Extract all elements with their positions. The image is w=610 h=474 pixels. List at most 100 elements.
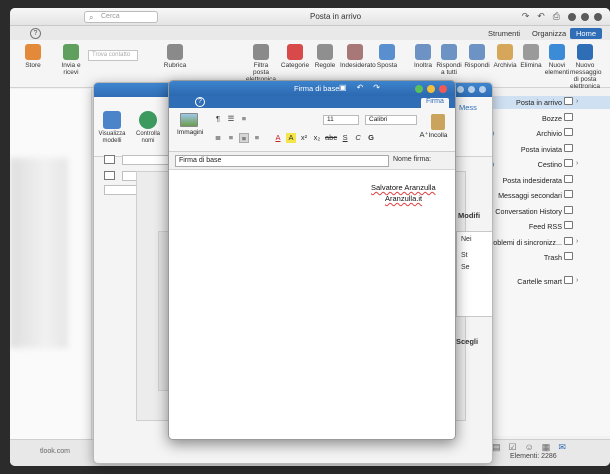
tab-firma[interactable]: Firma [421,98,449,108]
ribbon-button-send-receive[interactable]: Invia e ricevi [56,44,86,76]
ribbon-button-junk[interactable]: Indesiderato [340,44,376,69]
save-icon[interactable]: ▣ [339,83,347,92]
folder-icon [564,275,573,284]
folder-item[interactable]: Posta in arrivo › [478,96,610,109]
folder-item[interactable]: Problemi di sincronizz... › [478,236,610,249]
calendar-icon[interactable]: ▦ [542,442,551,453]
ribbon-button-new-items[interactable]: Nuovi elementi [542,44,572,76]
folder-item[interactable]: Feed RSS [478,220,610,233]
numbering-button[interactable]: ≡ [239,114,249,124]
folder-item[interactable]: Archivio10 [478,127,610,140]
paragraph-mark-button[interactable]: ¶ [213,114,223,124]
folder-label: Posta inviata [520,144,562,154]
find-contact-input[interactable]: Trova contatto [88,50,138,61]
search-input[interactable]: ⌕ Cerca [84,11,158,23]
ribbon-button-store[interactable]: Store [18,44,48,69]
undo-icon[interactable]: ↶ [357,83,364,92]
folder-item[interactable]: Cartelle smart › [478,275,610,288]
justify-icon[interactable]: ≣ [213,133,223,143]
ribbon-button-categories[interactable]: Categorie [280,44,310,69]
signature-name-input[interactable]: Firma di base [175,155,389,167]
strikethrough-button[interactable]: abc [325,133,337,143]
close-button[interactable] [439,85,447,93]
ribbon-button-archive[interactable]: Archivia [490,44,520,69]
disclosure-chevron-icon[interactable]: › [576,277,578,284]
ribbon-button-label: Nuovo messaggio di posta elettronica [570,62,602,90]
superscript-button[interactable]: x² [299,133,309,143]
tab-organizza[interactable]: Organizza [526,28,572,39]
title-bar: ⌕ Cerca Posta in arrivo ↷ ↶ ⎙ [10,8,610,26]
delete-icon [523,44,539,60]
tab-home[interactable]: Home [570,28,603,39]
folder-item[interactable]: Conversation History [478,205,610,218]
italic-button[interactable]: C [353,133,363,143]
help-icon[interactable]: ? [30,28,41,39]
edit-label: Modifi [458,211,481,220]
mail-icon[interactable]: ✉ [558,442,566,453]
folder-label: Feed RSS [528,222,562,231]
folder-item[interactable]: Posta indesiderata5 [478,174,610,187]
folder-icon [564,190,573,198]
folder-item[interactable]: Posta inviata [478,143,610,156]
redo-icon[interactable]: ↷ [373,83,380,92]
search-icon: ⌕ [89,13,94,22]
images-button[interactable]: Immagini [177,113,203,136]
underline-button[interactable]: S [340,133,350,143]
alignment-toolbar: ≣ ≡ ≡ ≡ [213,133,262,143]
ribbon-button-new-mail[interactable]: Nuovo messaggio di posta elettronica [570,44,602,90]
to-field[interactable] [122,155,172,165]
grow-font-button[interactable]: A⁺ [419,130,429,140]
folder-label: Cartelle smart [517,276,562,286]
ribbon-tabs: ? Strumenti Organizza Home [10,26,610,40]
zoom-button[interactable] [568,13,576,21]
close-button[interactable] [479,86,486,93]
ribbon-button-label: Nuovi elementi [544,62,570,76]
minimize-button[interactable] [468,86,475,93]
message-tab[interactable]: Mess [459,103,477,112]
ribbon-button-reply[interactable]: Rispondi [462,44,492,69]
ribbon-button-delete[interactable]: Elimina [516,44,546,69]
signature-editor-window: ▣ ↶ ↷ Firma di base ? Firma Immagini 11 … [168,80,456,440]
disclosure-chevron-icon[interactable]: › [576,238,578,245]
folder-item[interactable]: Messaggi secondari [478,189,610,202]
help-icon[interactable]: ? [195,97,205,107]
folder-item[interactable]: Trash [478,251,610,264]
zoom-button[interactable] [415,85,423,93]
check-names-button[interactable]: Controlla nomi [134,111,162,145]
ribbon-button-filter[interactable]: Filtra posta elettronica [246,44,276,83]
close-button[interactable] [594,13,602,21]
zoom-button[interactable] [457,86,464,93]
signature-body-editor[interactable]: Salvatore Aranzulla Aranzulla.it [169,170,455,439]
undo-icon[interactable]: ↶ [537,11,545,22]
align-right-icon[interactable]: ≡ [226,133,236,143]
field-icon [104,155,115,164]
contacts-icon[interactable]: ☺ [525,442,534,453]
font-size-select[interactable]: 11 [323,115,359,125]
ribbon-button-forward[interactable]: Inoltra [408,44,438,69]
ribbon-button-rules[interactable]: Regole [310,44,340,69]
folder-item[interactable]: Bozze [478,112,610,125]
tab-strumenti[interactable]: Strumenti [482,28,526,39]
view-templates-button[interactable]: Visualizza modelli [98,111,126,145]
disclosure-chevron-icon[interactable]: › [576,98,578,105]
print-icon[interactable]: ⎙ [553,11,560,22]
subscript-button[interactable]: x₂ [312,133,322,143]
tasks-icon[interactable]: ☑ [509,442,517,453]
align-left-icon[interactable]: ≡ [252,133,262,143]
ribbon-button-address-book[interactable]: Rubrica [160,44,190,69]
align-center-icon[interactable]: ≡ [239,133,249,143]
font-family-select[interactable]: Calibri [365,115,417,125]
minimize-button[interactable] [581,13,589,21]
minimize-button[interactable] [427,85,435,93]
bold-button[interactable]: G [366,133,376,143]
redo-icon[interactable]: ↷ [522,11,530,22]
search-placeholder: Cerca [101,13,120,20]
folder-item[interactable]: Cestino20› [478,158,610,171]
ribbon-button-reply-all[interactable]: Rispondi a tutti [434,44,464,76]
highlight-button[interactable]: A [286,133,296,143]
bullets-button[interactable]: ☰ [226,114,236,124]
notes-icon[interactable]: ▤ [492,442,501,453]
ribbon-button-move[interactable]: Sposta [372,44,402,69]
disclosure-chevron-icon[interactable]: › [576,160,578,167]
font-color-button[interactable]: A [273,133,283,143]
